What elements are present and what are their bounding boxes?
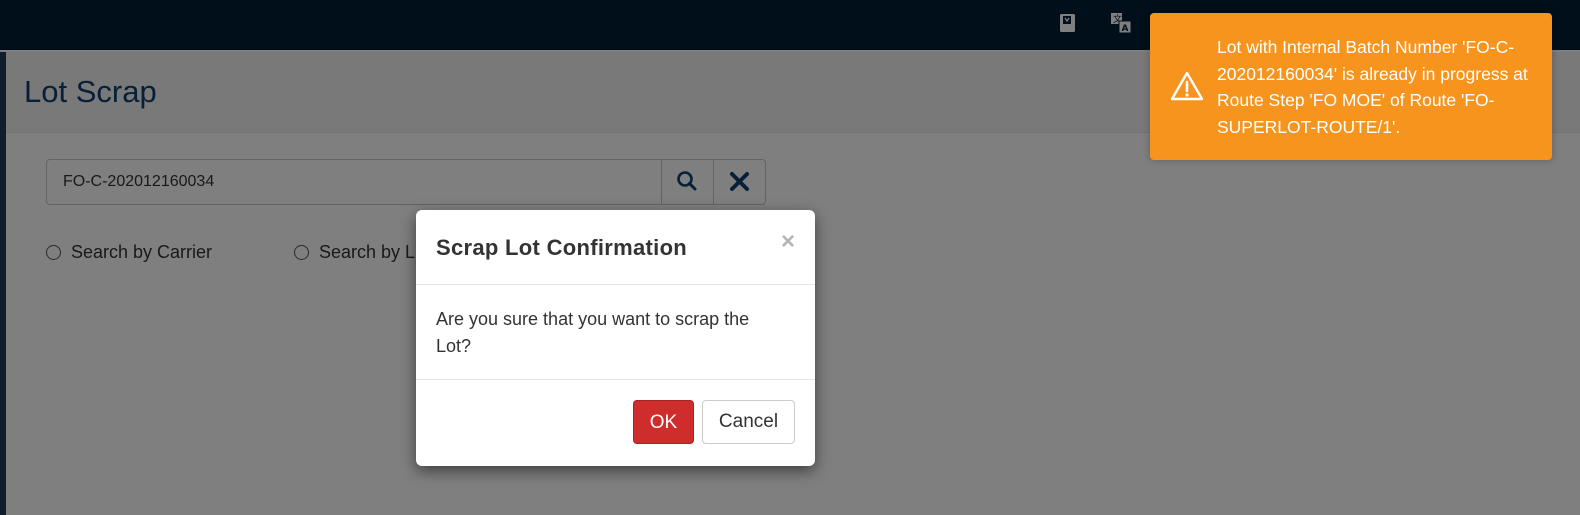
scrap-lot-confirmation-dialog: Scrap Lot Confirmation × Are you sure th… bbox=[416, 210, 815, 466]
cancel-button[interactable]: Cancel bbox=[702, 400, 795, 444]
ok-button[interactable]: OK bbox=[633, 400, 694, 444]
warning-icon bbox=[1170, 71, 1204, 101]
modal-header: Scrap Lot Confirmation × bbox=[416, 210, 815, 285]
modal-message: Are you sure that you want to scrap the … bbox=[436, 309, 750, 356]
warning-toast[interactable]: Lot with Internal Batch Number 'FO-C-202… bbox=[1150, 13, 1552, 160]
modal-footer: OK Cancel bbox=[416, 379, 815, 467]
close-icon[interactable]: × bbox=[781, 228, 795, 256]
toast-message: Lot with Internal Batch Number 'FO-C-202… bbox=[1217, 37, 1528, 137]
modal-title: Scrap Lot Confirmation bbox=[436, 235, 688, 260]
